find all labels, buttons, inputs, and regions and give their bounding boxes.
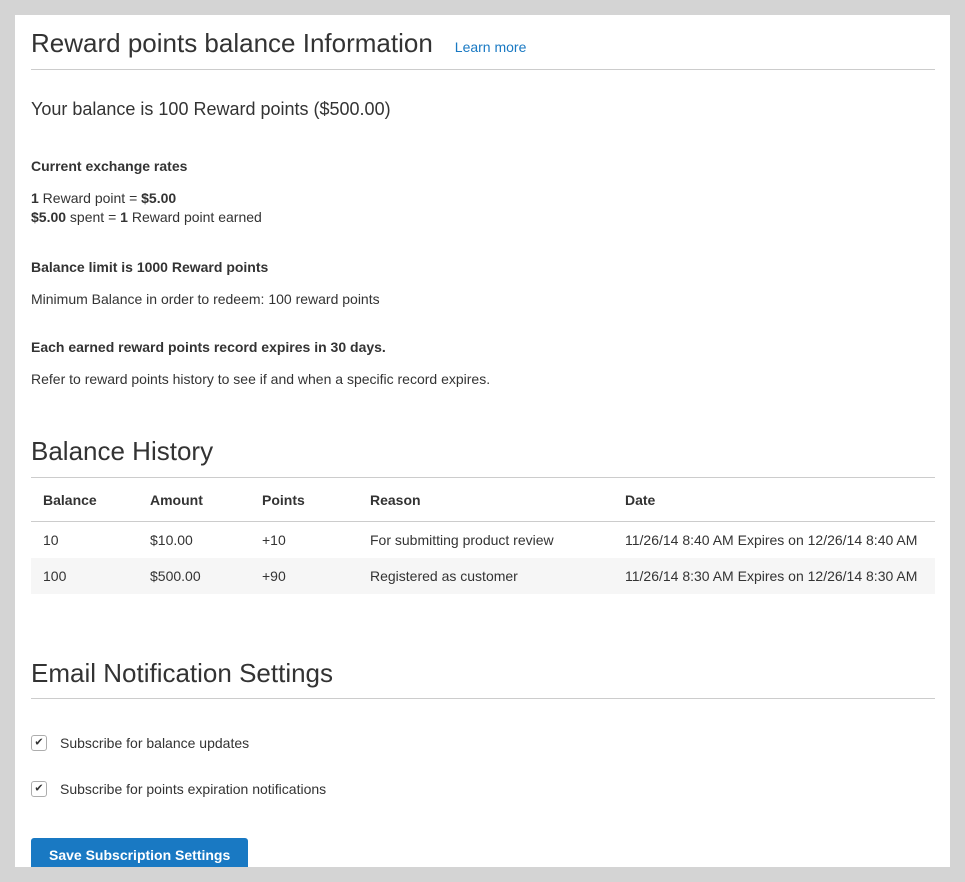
cell-points: +10	[250, 521, 358, 558]
cell-reason: For submitting product review	[358, 521, 613, 558]
header-divider	[31, 69, 935, 70]
checkbox-checked[interactable]: ✔	[31, 781, 47, 797]
table-header-row: Balance Amount Points Reason Date	[31, 478, 935, 522]
cell-date: 11/26/14 8:30 AM Expires on 12/26/14 8:3…	[613, 558, 935, 594]
cell-date: 11/26/14 8:40 AM Expires on 12/26/14 8:4…	[613, 521, 935, 558]
cell-reason: Registered as customer	[358, 558, 613, 594]
exchange-rates-heading: Current exchange rates	[31, 158, 935, 175]
exchange-line1: 1 Reward point = $5.00	[31, 190, 176, 206]
email-notification-divider	[31, 698, 935, 699]
column-header-amount: Amount	[138, 478, 250, 522]
check-icon: ✔	[34, 783, 43, 794]
table-row: 100 $500.00 +90 Registered as customer 1…	[31, 558, 935, 594]
page-title: Reward points balance Information	[31, 27, 433, 60]
exchange-rates-lines: 1 Reward point = $5.00 $5.00 spent = 1 R…	[31, 189, 935, 227]
subscribe-balance-updates-option[interactable]: ✔ Subscribe for balance updates	[31, 735, 935, 751]
cell-amount: $500.00	[138, 558, 250, 594]
balance-summary: Your balance is 100 Reward points ($500.…	[31, 99, 935, 121]
exchange-line2: $5.00 spent = 1 Reward point earned	[31, 209, 262, 225]
expiration-note: Refer to reward points history to see if…	[31, 371, 935, 388]
checkbox-label: Subscribe for points expiration notifica…	[60, 781, 326, 797]
column-header-date: Date	[613, 478, 935, 522]
balance-limit-heading: Balance limit is 1000 Reward points	[31, 259, 935, 276]
cell-balance: 100	[31, 558, 138, 594]
cell-points: +90	[250, 558, 358, 594]
cell-balance: 10	[31, 521, 138, 558]
email-notification-heading: Email Notification Settings	[31, 657, 935, 690]
check-icon: ✔	[34, 737, 43, 748]
checkbox-label: Subscribe for balance updates	[60, 735, 249, 751]
column-header-points: Points	[250, 478, 358, 522]
column-header-reason: Reason	[358, 478, 613, 522]
min-redeem-note: Minimum Balance in order to redeem: 100 …	[31, 291, 935, 308]
subscribe-points-expiration-option[interactable]: ✔ Subscribe for points expiration notifi…	[31, 781, 935, 797]
table-row: 10 $10.00 +10 For submitting product rev…	[31, 521, 935, 558]
email-notification-section: Email Notification Settings ✔ Subscribe …	[31, 657, 935, 867]
save-subscription-settings-button[interactable]: Save Subscription Settings	[31, 838, 248, 867]
balance-history-heading: Balance History	[31, 435, 935, 468]
learn-more-link[interactable]: Learn more	[455, 39, 527, 55]
balance-history-section: Balance History Balance Amount Points Re…	[31, 435, 935, 594]
panel-header: Reward points balance Information Learn …	[31, 27, 935, 60]
expiration-heading: Each earned reward points record expires…	[31, 339, 935, 356]
column-header-balance: Balance	[31, 478, 138, 522]
reward-points-panel: Reward points balance Information Learn …	[15, 15, 950, 867]
cell-amount: $10.00	[138, 521, 250, 558]
checkbox-checked[interactable]: ✔	[31, 735, 47, 751]
balance-history-table: Balance Amount Points Reason Date 10 $10…	[31, 478, 935, 594]
